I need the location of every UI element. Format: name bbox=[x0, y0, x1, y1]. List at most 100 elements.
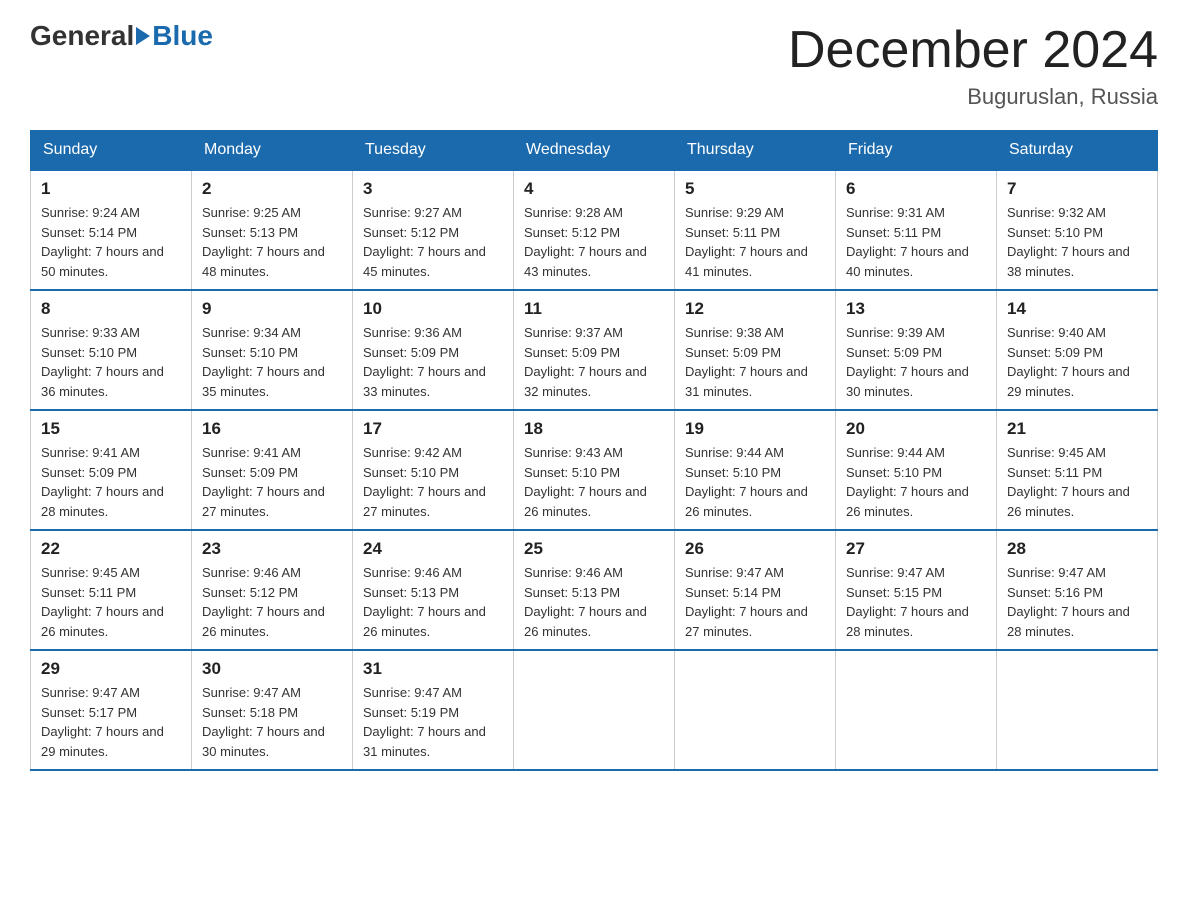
table-row: 20 Sunrise: 9:44 AM Sunset: 5:10 PM Dayl… bbox=[836, 410, 997, 530]
day-number: 2 bbox=[202, 179, 342, 199]
day-info: Sunrise: 9:46 AM Sunset: 5:12 PM Dayligh… bbox=[202, 563, 342, 641]
day-number: 19 bbox=[685, 419, 825, 439]
col-header-saturday: Saturday bbox=[997, 131, 1158, 171]
table-row: 10 Sunrise: 9:36 AM Sunset: 5:09 PM Dayl… bbox=[353, 290, 514, 410]
table-row: 1 Sunrise: 9:24 AM Sunset: 5:14 PM Dayli… bbox=[31, 170, 192, 290]
table-row: 15 Sunrise: 9:41 AM Sunset: 5:09 PM Dayl… bbox=[31, 410, 192, 530]
logo-general-text: General bbox=[30, 20, 134, 52]
day-info: Sunrise: 9:27 AM Sunset: 5:12 PM Dayligh… bbox=[363, 203, 503, 281]
calendar-week-1: 1 Sunrise: 9:24 AM Sunset: 5:14 PM Dayli… bbox=[31, 170, 1158, 290]
calendar-header-row: Sunday Monday Tuesday Wednesday Thursday… bbox=[31, 131, 1158, 171]
day-info: Sunrise: 9:46 AM Sunset: 5:13 PM Dayligh… bbox=[524, 563, 664, 641]
calendar-week-3: 15 Sunrise: 9:41 AM Sunset: 5:09 PM Dayl… bbox=[31, 410, 1158, 530]
table-row: 29 Sunrise: 9:47 AM Sunset: 5:17 PM Dayl… bbox=[31, 650, 192, 770]
table-row bbox=[836, 650, 997, 770]
day-info: Sunrise: 9:37 AM Sunset: 5:09 PM Dayligh… bbox=[524, 323, 664, 401]
location-text: Buguruslan, Russia bbox=[788, 84, 1158, 110]
day-number: 5 bbox=[685, 179, 825, 199]
day-info: Sunrise: 9:45 AM Sunset: 5:11 PM Dayligh… bbox=[41, 563, 181, 641]
day-info: Sunrise: 9:41 AM Sunset: 5:09 PM Dayligh… bbox=[41, 443, 181, 521]
day-info: Sunrise: 9:44 AM Sunset: 5:10 PM Dayligh… bbox=[846, 443, 986, 521]
table-row: 11 Sunrise: 9:37 AM Sunset: 5:09 PM Dayl… bbox=[514, 290, 675, 410]
day-number: 11 bbox=[524, 299, 664, 319]
table-row: 6 Sunrise: 9:31 AM Sunset: 5:11 PM Dayli… bbox=[836, 170, 997, 290]
table-row: 21 Sunrise: 9:45 AM Sunset: 5:11 PM Dayl… bbox=[997, 410, 1158, 530]
day-info: Sunrise: 9:40 AM Sunset: 5:09 PM Dayligh… bbox=[1007, 323, 1147, 401]
day-number: 14 bbox=[1007, 299, 1147, 319]
day-number: 15 bbox=[41, 419, 181, 439]
table-row: 13 Sunrise: 9:39 AM Sunset: 5:09 PM Dayl… bbox=[836, 290, 997, 410]
day-number: 24 bbox=[363, 539, 503, 559]
table-row: 30 Sunrise: 9:47 AM Sunset: 5:18 PM Dayl… bbox=[192, 650, 353, 770]
day-number: 1 bbox=[41, 179, 181, 199]
col-header-tuesday: Tuesday bbox=[353, 131, 514, 171]
table-row: 4 Sunrise: 9:28 AM Sunset: 5:12 PM Dayli… bbox=[514, 170, 675, 290]
day-number: 23 bbox=[202, 539, 342, 559]
calendar-week-2: 8 Sunrise: 9:33 AM Sunset: 5:10 PM Dayli… bbox=[31, 290, 1158, 410]
day-number: 22 bbox=[41, 539, 181, 559]
day-info: Sunrise: 9:45 AM Sunset: 5:11 PM Dayligh… bbox=[1007, 443, 1147, 521]
calendar-table: Sunday Monday Tuesday Wednesday Thursday… bbox=[30, 130, 1158, 771]
day-number: 9 bbox=[202, 299, 342, 319]
table-row: 28 Sunrise: 9:47 AM Sunset: 5:16 PM Dayl… bbox=[997, 530, 1158, 650]
day-number: 3 bbox=[363, 179, 503, 199]
month-title: December 2024 bbox=[788, 20, 1158, 80]
day-info: Sunrise: 9:31 AM Sunset: 5:11 PM Dayligh… bbox=[846, 203, 986, 281]
day-number: 30 bbox=[202, 659, 342, 679]
day-info: Sunrise: 9:28 AM Sunset: 5:12 PM Dayligh… bbox=[524, 203, 664, 281]
day-info: Sunrise: 9:44 AM Sunset: 5:10 PM Dayligh… bbox=[685, 443, 825, 521]
table-row: 17 Sunrise: 9:42 AM Sunset: 5:10 PM Dayl… bbox=[353, 410, 514, 530]
day-info: Sunrise: 9:42 AM Sunset: 5:10 PM Dayligh… bbox=[363, 443, 503, 521]
table-row bbox=[514, 650, 675, 770]
table-row: 22 Sunrise: 9:45 AM Sunset: 5:11 PM Dayl… bbox=[31, 530, 192, 650]
day-info: Sunrise: 9:36 AM Sunset: 5:09 PM Dayligh… bbox=[363, 323, 503, 401]
calendar-week-4: 22 Sunrise: 9:45 AM Sunset: 5:11 PM Dayl… bbox=[31, 530, 1158, 650]
table-row: 24 Sunrise: 9:46 AM Sunset: 5:13 PM Dayl… bbox=[353, 530, 514, 650]
day-number: 6 bbox=[846, 179, 986, 199]
day-info: Sunrise: 9:47 AM Sunset: 5:18 PM Dayligh… bbox=[202, 683, 342, 761]
table-row: 18 Sunrise: 9:43 AM Sunset: 5:10 PM Dayl… bbox=[514, 410, 675, 530]
logo: General Blue bbox=[30, 20, 213, 52]
logo-arrow-icon bbox=[136, 27, 150, 45]
table-row: 31 Sunrise: 9:47 AM Sunset: 5:19 PM Dayl… bbox=[353, 650, 514, 770]
col-header-thursday: Thursday bbox=[675, 131, 836, 171]
logo-blue-text: Blue bbox=[152, 20, 213, 52]
day-info: Sunrise: 9:47 AM Sunset: 5:14 PM Dayligh… bbox=[685, 563, 825, 641]
col-header-friday: Friday bbox=[836, 131, 997, 171]
day-info: Sunrise: 9:38 AM Sunset: 5:09 PM Dayligh… bbox=[685, 323, 825, 401]
day-number: 25 bbox=[524, 539, 664, 559]
day-number: 26 bbox=[685, 539, 825, 559]
table-row: 9 Sunrise: 9:34 AM Sunset: 5:10 PM Dayli… bbox=[192, 290, 353, 410]
table-row: 7 Sunrise: 9:32 AM Sunset: 5:10 PM Dayli… bbox=[997, 170, 1158, 290]
table-row: 23 Sunrise: 9:46 AM Sunset: 5:12 PM Dayl… bbox=[192, 530, 353, 650]
table-row: 8 Sunrise: 9:33 AM Sunset: 5:10 PM Dayli… bbox=[31, 290, 192, 410]
day-number: 27 bbox=[846, 539, 986, 559]
day-info: Sunrise: 9:47 AM Sunset: 5:19 PM Dayligh… bbox=[363, 683, 503, 761]
day-number: 10 bbox=[363, 299, 503, 319]
col-header-monday: Monday bbox=[192, 131, 353, 171]
table-row: 5 Sunrise: 9:29 AM Sunset: 5:11 PM Dayli… bbox=[675, 170, 836, 290]
table-row bbox=[675, 650, 836, 770]
day-number: 18 bbox=[524, 419, 664, 439]
title-section: December 2024 Buguruslan, Russia bbox=[788, 20, 1158, 110]
table-row: 3 Sunrise: 9:27 AM Sunset: 5:12 PM Dayli… bbox=[353, 170, 514, 290]
day-info: Sunrise: 9:33 AM Sunset: 5:10 PM Dayligh… bbox=[41, 323, 181, 401]
table-row bbox=[997, 650, 1158, 770]
day-number: 4 bbox=[524, 179, 664, 199]
day-number: 16 bbox=[202, 419, 342, 439]
day-number: 31 bbox=[363, 659, 503, 679]
day-info: Sunrise: 9:47 AM Sunset: 5:15 PM Dayligh… bbox=[846, 563, 986, 641]
day-info: Sunrise: 9:25 AM Sunset: 5:13 PM Dayligh… bbox=[202, 203, 342, 281]
col-header-sunday: Sunday bbox=[31, 131, 192, 171]
table-row: 16 Sunrise: 9:41 AM Sunset: 5:09 PM Dayl… bbox=[192, 410, 353, 530]
day-number: 8 bbox=[41, 299, 181, 319]
day-number: 17 bbox=[363, 419, 503, 439]
day-info: Sunrise: 9:34 AM Sunset: 5:10 PM Dayligh… bbox=[202, 323, 342, 401]
col-header-wednesday: Wednesday bbox=[514, 131, 675, 171]
day-number: 12 bbox=[685, 299, 825, 319]
day-number: 21 bbox=[1007, 419, 1147, 439]
day-info: Sunrise: 9:47 AM Sunset: 5:16 PM Dayligh… bbox=[1007, 563, 1147, 641]
table-row: 26 Sunrise: 9:47 AM Sunset: 5:14 PM Dayl… bbox=[675, 530, 836, 650]
day-number: 7 bbox=[1007, 179, 1147, 199]
day-number: 13 bbox=[846, 299, 986, 319]
